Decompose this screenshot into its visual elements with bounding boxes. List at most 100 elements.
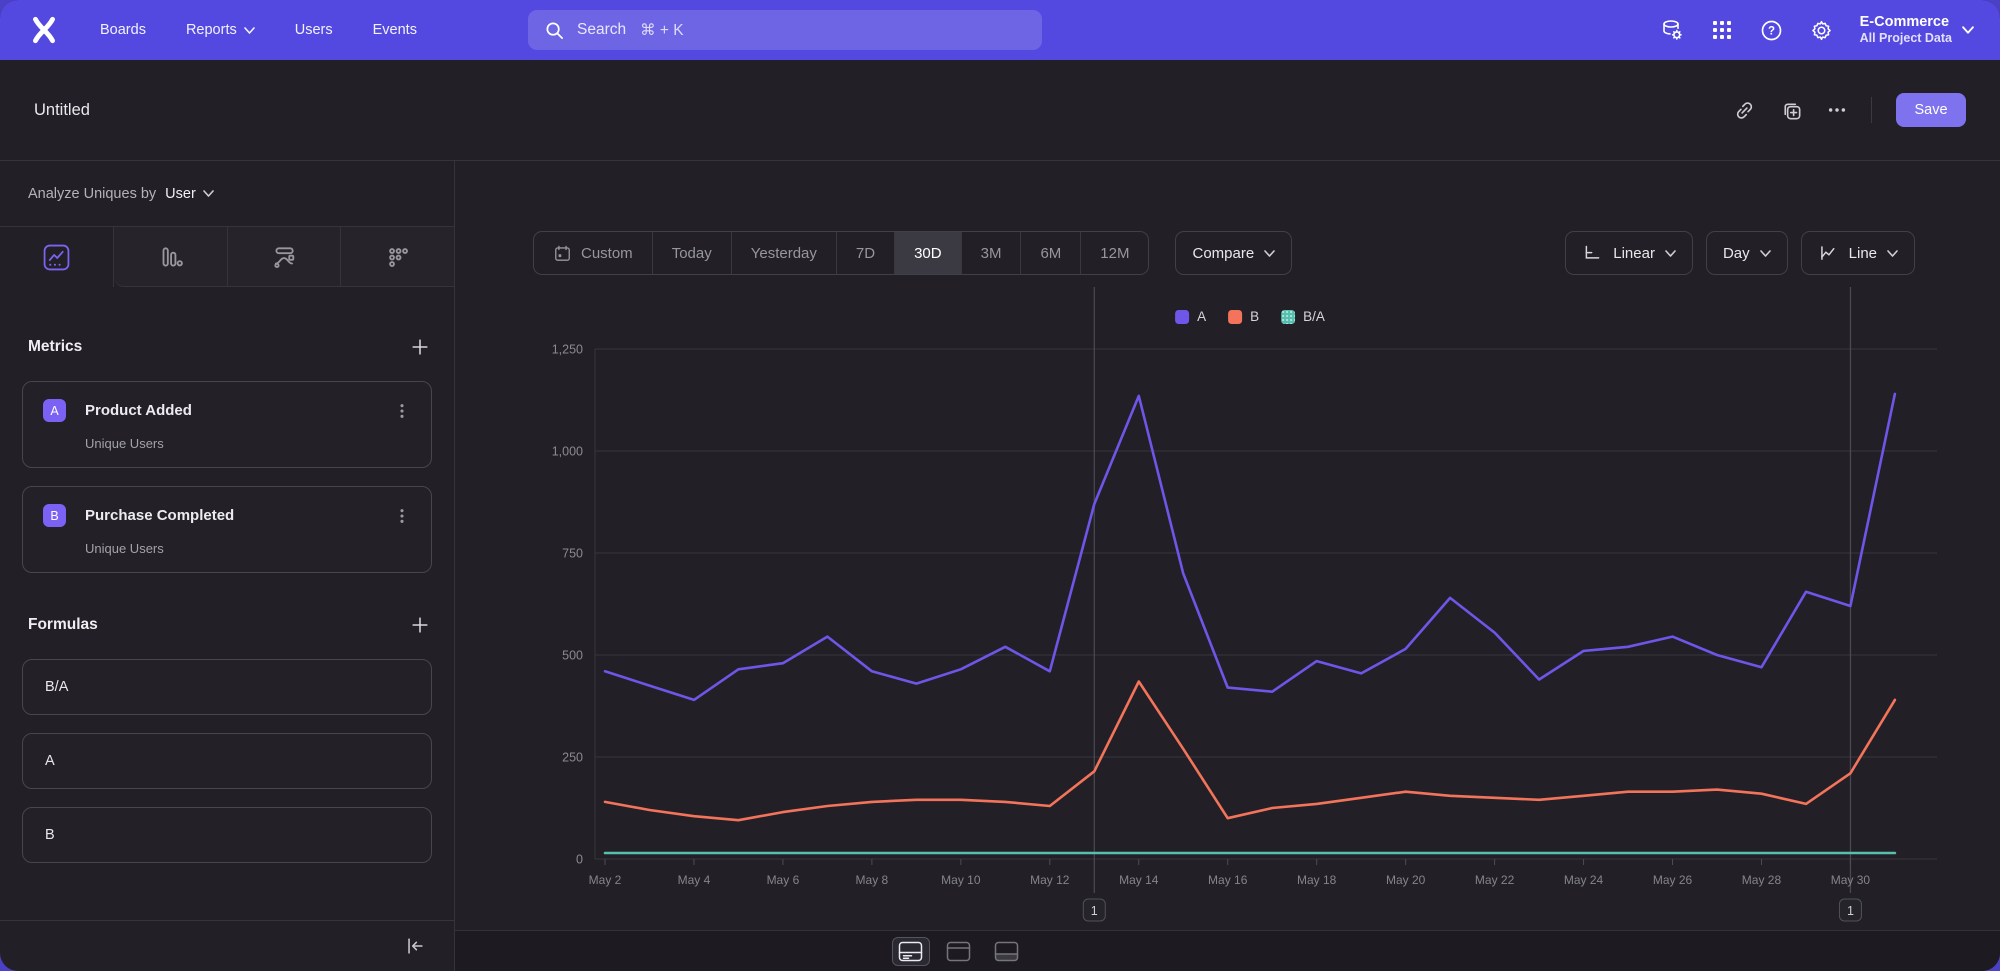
x-axis-label: May 16 [1208,873,1248,887]
chevron-down-icon [1962,26,1974,34]
range-6m[interactable]: 6M [1020,232,1080,274]
legend-swatch [1175,310,1189,324]
x-axis-label: May 6 [767,873,800,887]
mixpanel-logo-icon[interactable] [28,14,60,46]
series-b[interactable] [605,682,1895,821]
project-name: E-Commerce [1860,13,1952,31]
kebab-menu-icon[interactable] [393,507,411,525]
tab-retention-tab[interactable] [340,227,454,286]
range-30d[interactable]: 30D [894,232,961,274]
y-axis-label: 1,250 [552,343,583,357]
nav-link-events[interactable]: Events [373,22,417,38]
x-axis-label: May 12 [1030,873,1070,887]
x-axis-label: May 4 [678,873,711,887]
analyze-row: Analyze Uniques by User [0,161,454,227]
project-switcher[interactable]: E-Commerce All Project Data [1860,13,1974,47]
x-axis-label: May 10 [941,873,981,887]
nav-link-boards[interactable]: Boards [100,22,146,38]
view-toggle-split-view[interactable] [940,937,978,966]
x-axis-label: May 22 [1475,873,1515,887]
query-sidebar: Analyze Uniques by User Metrics AProduct… [0,161,455,971]
range-3m[interactable]: 3M [961,232,1021,274]
legend-item-a[interactable]: A [1175,309,1206,324]
nav-links: Boards Reports Users Events [100,22,417,38]
apps-grid-icon[interactable] [1711,19,1733,41]
metric-aggregation[interactable]: Unique Users [85,541,411,556]
chevron-down-icon [1760,250,1771,257]
report-title[interactable]: Untitled [34,101,90,120]
nav-right: ? E-Commerce All Project Data [1660,0,1974,60]
view-toggle-bar [455,930,2000,971]
chevron-down-icon [1887,250,1898,257]
help-icon[interactable]: ? [1760,19,1783,42]
legend-swatch [1228,310,1242,324]
analyze-by-dropdown[interactable]: User [165,186,214,202]
metric-card[interactable]: AProduct AddedUnique Users [22,381,432,468]
range-today[interactable]: Today [652,232,731,274]
view-toggle-chart-and-table[interactable] [892,937,930,966]
analyze-label: Analyze Uniques by [28,186,156,202]
legend-item-b[interactable]: B [1228,309,1259,324]
nav-link-users[interactable]: Users [295,22,333,38]
formula-card[interactable]: B/A [22,659,432,715]
add-formula-button[interactable] [410,615,430,635]
save-button[interactable]: Save [1896,93,1966,127]
retention-tab-icon [385,244,411,270]
series-a[interactable] [605,394,1895,700]
formula-card[interactable]: A [22,733,432,789]
metric-card[interactable]: B Purchase Completed Unique Users [22,486,432,573]
kebab-menu-icon[interactable] [393,402,411,420]
linear-axis-icon [1582,243,1603,264]
metric-letter-badge: B [43,504,66,527]
x-axis-label: May 8 [856,873,889,887]
tab-insights-line-chart-tab[interactable] [0,227,114,287]
y-axis-label: 250 [562,751,583,765]
add-metric-button[interactable] [410,337,430,357]
metric-aggregation[interactable]: Unique Users [85,436,411,451]
interval-dropdown[interactable]: Day [1706,231,1788,275]
report-title-bar: Untitled [0,60,2000,161]
chevron-down-icon [1665,250,1676,257]
range-7d[interactable]: 7D [836,232,894,274]
range-custom[interactable]: Custom [534,232,652,274]
chart-panel: CustomTodayYesterday7D30D3M6M12M Compare… [455,161,2000,971]
split-view-icon [946,941,971,962]
annotation-badge-label: 1 [1847,904,1854,918]
chevron-down-icon [1264,250,1275,257]
axis-scale-dropdown[interactable]: Linear [1565,231,1693,275]
duplicate-icon[interactable] [1780,99,1803,122]
metric-name: Purchase Completed [85,507,234,524]
copy-link-icon[interactable] [1733,99,1756,122]
view-toggle-table-only[interactable] [988,937,1026,966]
search-placeholder: Search [577,21,626,39]
range-12m[interactable]: 12M [1080,232,1148,274]
nav-link-reports[interactable]: Reports [186,22,255,38]
funnels-bar-chart-tab-icon [157,244,183,270]
x-axis-label: May 2 [589,873,622,887]
range-yesterday[interactable]: Yesterday [731,232,836,274]
divider [1871,97,1872,123]
calendar-icon [553,244,572,263]
insights-line-chart-tab-icon [43,244,70,271]
more-options-icon[interactable] [1827,100,1847,120]
compare-dropdown[interactable]: Compare [1175,231,1292,275]
collapse-sidebar-button[interactable] [404,935,426,957]
data-management-icon[interactable] [1660,18,1684,42]
chart-canvas[interactable]: 02505007501,0001,250May 2May 4May 6May 8… [455,279,2000,929]
project-scope: All Project Data [1860,31,1952,47]
legend-item-b-a[interactable]: B/A [1281,309,1325,324]
y-axis-label: 1,000 [552,445,583,459]
y-axis-label: 0 [576,853,583,867]
sidebar-footer [0,920,454,971]
x-axis-label: May 28 [1742,873,1782,887]
tab-flows-tab[interactable] [227,227,341,286]
x-axis-label: May 18 [1297,873,1337,887]
svg-text:?: ? [1768,25,1775,37]
chart-type-dropdown[interactable]: Line [1801,231,1915,275]
formula-card[interactable]: B [22,807,432,863]
chart-and-table-icon [898,941,923,962]
search-input[interactable]: Search ⌘ + K [528,10,1042,50]
date-range-control: CustomTodayYesterday7D30D3M6M12M [533,231,1149,275]
settings-gear-icon[interactable] [1810,19,1833,42]
tab-funnels-bar-chart-tab[interactable] [114,227,227,286]
